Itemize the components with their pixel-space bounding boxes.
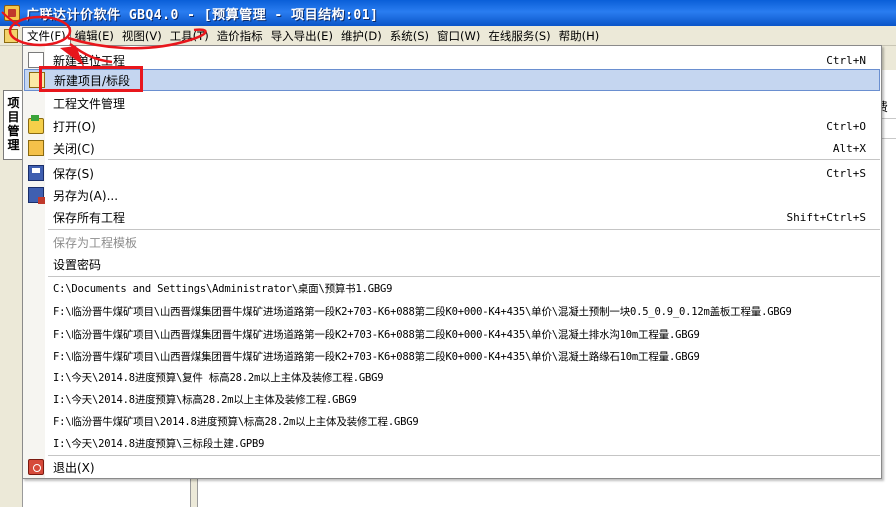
recent-file-path: I:\今天\2014.8进度预算\复件 标高28.2m以上主体及装修工程.GBG… [53,371,384,384]
menu-item-shortcut: Ctrl+N [826,53,866,67]
menu-import-export[interactable]: 导入导出(E) [267,27,337,45]
recent-file-item[interactable]: I:\今天\2014.8进度预算\三标段土建.GPB9 [24,432,880,454]
menu-item-label: 关闭(C) [53,141,95,156]
menu-item-save[interactable]: 保存(S) Ctrl+S [24,162,880,184]
recent-file-item[interactable]: F:\临汾晋牛煤矿项目\山西晋煤集团晋牛煤矿进场道路第一段K2+703-K6+0… [24,323,880,345]
recent-file-path: I:\今天\2014.8进度预算\三标段土建.GPB9 [53,437,265,450]
menu-item-label: 退出(X) [53,460,95,475]
menu-item-shortcut: Shift+Ctrl+S [786,210,866,224]
save-as-icon [28,187,45,204]
menu-item-save-as[interactable]: 另存为(A)... [24,184,880,206]
menu-tools[interactable]: 工具(T) [166,27,213,45]
close-folder-icon [28,140,44,156]
menu-item-close[interactable]: 关闭(C) Alt+X [24,137,880,159]
menu-item-label: 保存为工程模板 [53,235,138,250]
title-bar: 广联达计价软件 GBQ4.0 - [预算管理 - 项目结构:01] [0,0,896,26]
recent-file-item[interactable]: I:\今天\2014.8进度预算\标高28.2m以上主体及装修工程.GBG9 [24,388,880,410]
recent-file-path: F:\临汾晋牛煤矿项目\山西晋煤集团晋牛煤矿进场道路第一段K2+703-K6+0… [53,350,700,363]
tab-char: 理 [7,138,20,152]
menu-item-shortcut: Ctrl+O [826,119,866,133]
recent-file-item[interactable]: F:\临汾晋牛煤矿项目\2014.8进度预算\标高28.2m以上主体及装修工程.… [24,410,880,432]
menu-edit[interactable]: 编辑(E) [71,27,118,45]
tab-char: 目 [7,110,20,124]
tab-project-management[interactable]: 项 目 管 理 [3,90,23,160]
menu-window[interactable]: 窗口(W) [433,27,484,45]
recent-file-path: F:\临汾晋牛煤矿项目\2014.8进度预算\标高28.2m以上主体及装修工程.… [53,415,419,428]
app-logo-icon [4,5,20,21]
menu-separator [48,159,880,160]
recent-file-item[interactable]: I:\今天\2014.8进度预算\复件 标高28.2m以上主体及装修工程.GBG… [24,366,880,388]
menu-file[interactable]: 文件(F) [22,26,71,45]
menu-cost-index[interactable]: 造价指标 [213,27,267,45]
menu-item-project-file-manager[interactable]: 工程文件管理 [24,92,880,114]
save-disk-icon [28,165,44,181]
menu-item-save-as-template: 保存为工程模板 [24,231,880,253]
file-menu-dropdown: 新建单位工程 Ctrl+N 新建项目/标段 工程文件管理 打开(O) Ctrl+… [22,45,882,479]
recent-file-path: F:\临汾晋牛煤矿项目\山西晋煤集团晋牛煤矿进场道路第一段K2+703-K6+0… [53,305,792,318]
menu-item-set-password[interactable]: 设置密码 [24,253,880,275]
menu-maintenance[interactable]: 维护(D) [337,27,386,45]
window-title: 广联达计价软件 GBQ4.0 - [预算管理 - 项目结构:01] [26,7,379,23]
recent-file-item[interactable]: C:\Documents and Settings\Administrator\… [24,277,880,299]
panel-splitter[interactable] [190,478,198,507]
menu-online-service[interactable]: 在线服务(S) [484,27,554,45]
menu-item-label: 保存(S) [53,166,94,181]
document-icon[interactable] [4,28,18,43]
recent-file-path: I:\今天\2014.8进度预算\标高28.2m以上主体及装修工程.GBG9 [53,393,357,406]
menu-system[interactable]: 系统(S) [386,27,433,45]
recent-file-path: C:\Documents and Settings\Administrator\… [53,282,393,295]
recent-file-item[interactable]: F:\临汾晋牛煤矿项目\山西晋煤集团晋牛煤矿进场道路第一段K2+703-K6+0… [24,300,880,322]
menu-view[interactable]: 视图(V) [118,27,166,45]
menu-bar: 文件(F) 编辑(E) 视图(V) 工具(T) 造价指标 导入导出(E) 维护(… [0,26,896,46]
recent-file-path: F:\临汾晋牛煤矿项目\山西晋煤集团晋牛煤矿进场道路第一段K2+703-K6+0… [53,328,700,341]
menu-item-label: 工程文件管理 [53,96,126,111]
menu-item-shortcut: Alt+X [832,141,866,155]
tab-char: 管 [7,124,20,138]
exit-icon [28,459,44,475]
menu-item-shortcut: Ctrl+S [826,166,866,180]
menu-item-open[interactable]: 打开(O) Ctrl+O [24,115,880,137]
annotation-highlight-box [39,66,143,92]
open-folder-icon [28,115,44,134]
menu-item-new-project-bid[interactable]: 新建项目/标段 [24,69,880,91]
tab-char: 项 [7,96,20,110]
menu-help[interactable]: 帮助(H) [555,27,604,45]
menu-item-label: 打开(O) [53,119,96,134]
menu-separator [48,229,880,230]
menu-item-label: 设置密码 [53,257,102,272]
menu-item-new-unit-project[interactable]: 新建单位工程 Ctrl+N [24,49,880,71]
menu-item-label: 另存为(A)... [53,188,119,203]
menu-item-exit[interactable]: 退出(X) [24,456,880,478]
recent-file-item[interactable]: F:\临汾晋牛煤矿项目\山西晋煤集团晋牛煤矿进场道路第一段K2+703-K6+0… [24,345,880,367]
menu-item-save-all[interactable]: 保存所有工程 Shift+Ctrl+S [24,206,880,228]
menu-item-label: 保存所有工程 [53,210,126,225]
